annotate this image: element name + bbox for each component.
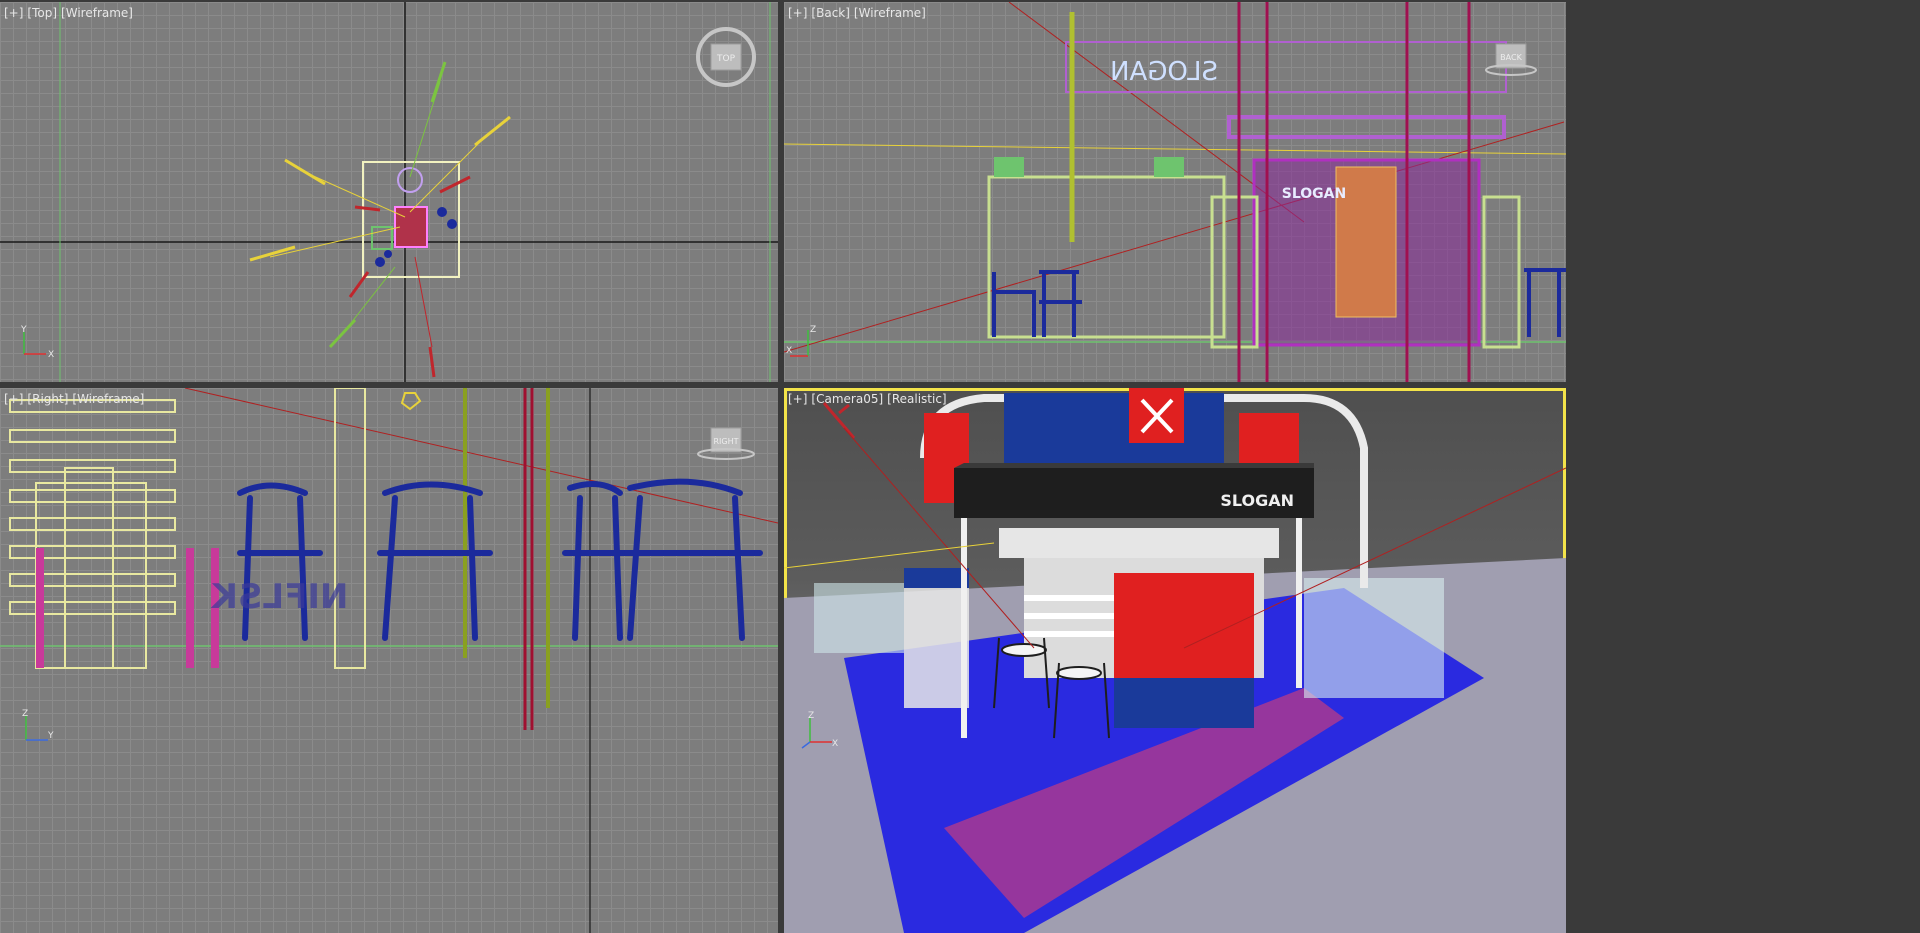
axis-tripod-icon: Y X [20,325,54,360]
axis-tripod-right: Z Y [18,706,58,750]
viewport-menu-plus[interactable]: [+] [788,392,807,406]
axis-tripod-icon: Z Y [22,709,54,741]
viewport-top[interactable]: [+] [Top] [Wireframe] TOP Y X [0,2,778,382]
back-wireframe-scene: SLOGAN SLOGAN [784,2,1566,382]
axis-label: Z [22,709,28,719]
viewport-camera-label[interactable]: [+] [Camera05] [Realistic] [788,392,951,406]
viewcube-right[interactable]: RIGHT [695,426,757,466]
viewport-view-name[interactable]: [Top] [27,6,57,20]
viewcube-back[interactable]: BACK [1484,42,1538,82]
viewcube-face-label[interactable]: TOP [716,54,736,64]
viewport-right-label[interactable]: [+] [Right] [Wireframe] [4,392,148,406]
right-wireframe-scene: NIFLSK [0,388,778,933]
axis-tripod-camera: Z X [798,706,842,754]
axis-label: X [832,739,838,749]
axis-tripod-back: Z X [786,320,826,364]
viewcube-icon[interactable]: BACK [1484,42,1538,78]
axis-tripod-top: Y X [18,324,58,364]
booth-slogan-label: SLOGAN [1282,186,1346,202]
viewport-top-label[interactable]: [+] [Top] [Wireframe] [4,6,137,20]
axis-label: Z [810,325,816,335]
viewcube-face-label[interactable]: BACK [1500,53,1522,62]
viewcube-icon[interactable]: RIGHT [695,426,757,462]
viewcube-top[interactable]: TOP [695,26,757,92]
axis-tripod-icon: Z X [786,325,816,357]
viewport-view-name[interactable]: [Back] [811,6,850,20]
viewcube-ring-icon[interactable]: TOP [695,26,757,88]
axis-tripod-icon: Z X [801,711,838,749]
viewport-menu-plus[interactable]: [+] [4,392,23,406]
viewport-shading-mode[interactable]: [Realistic] [887,392,946,406]
viewport-shading-mode[interactable]: [Wireframe] [72,392,144,406]
mirrored-logo-text: NIFLSK [210,577,348,617]
viewcube-face-label[interactable]: RIGHT [713,437,738,446]
viewport-shading-mode[interactable]: [Wireframe] [61,6,133,20]
viewport-back[interactable]: [+] [Back] [Wireframe] SLOGAN SLOGAN BAC… [784,2,1566,382]
viewport-back-label[interactable]: [+] [Back] [Wireframe] [788,6,930,20]
top-wireframe-scene [0,2,778,382]
camera-realistic-render: SLOGAN [784,388,1566,933]
axis-label: Y [20,325,27,335]
axis-label: Y [47,731,54,741]
viewport-menu-plus[interactable]: [+] [788,6,807,20]
viewport-shading-mode[interactable]: [Wireframe] [854,6,926,20]
axis-label: X [786,346,792,356]
mirrored-slogan-text: SLOGAN [1110,57,1218,87]
viewport-menu-plus[interactable]: [+] [4,6,23,20]
viewport-view-name[interactable]: [Right] [27,392,68,406]
viewport-camera[interactable]: [+] [Camera05] [Realistic] SLOGAN Z X [784,388,1566,933]
viewport-right[interactable]: [+] [Right] [Wireframe] NIFLSK RIGHT Z Y [0,388,778,933]
axis-label: Z [808,711,814,721]
viewport-view-name[interactable]: [Camera05] [811,392,883,406]
booth-slogan-sign: SLOGAN [1220,491,1294,510]
axis-label: X [48,350,54,360]
